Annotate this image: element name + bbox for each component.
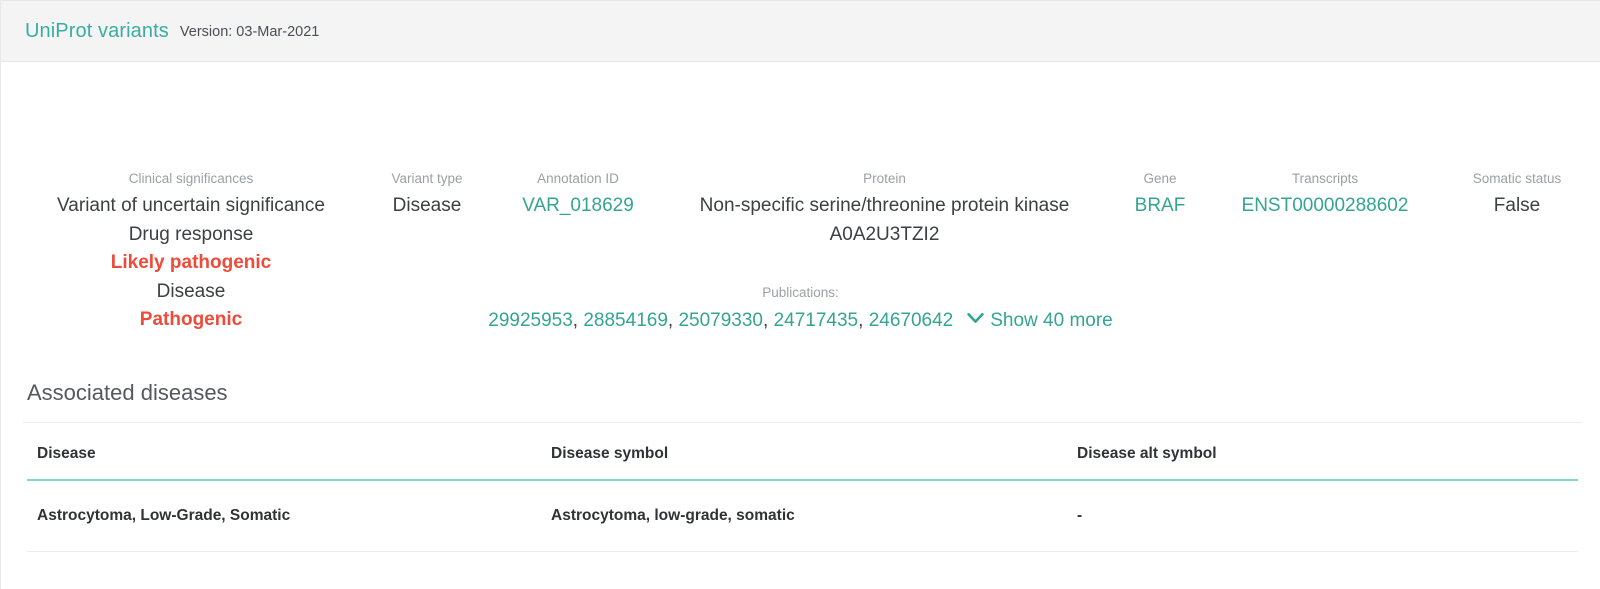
associated-diseases-title: Associated diseases <box>27 378 1578 422</box>
summary-field-gene: Gene BRAF <box>1117 170 1203 221</box>
summary-field-clinical-significances: Clinical significances Variant of uncert… <box>41 170 341 335</box>
clinical-significance-value: Likely pathogenic <box>41 249 341 278</box>
publication-link[interactable]: 29925953 <box>488 310 573 331</box>
publication-separator: , <box>668 310 679 331</box>
somatic-status-label: Somatic status <box>1447 170 1587 188</box>
summary-field-annotation-id: Annotation ID VAR_018629 <box>498 170 658 221</box>
table-header-row: Disease Disease symbol Disease alt symbo… <box>27 423 1578 480</box>
summary-field-somatic-status: Somatic status False <box>1447 170 1587 221</box>
associated-diseases-section: Associated diseases Disease Disease symb… <box>1 378 1600 552</box>
transcript-link[interactable]: ENST00000288602 <box>1217 192 1433 221</box>
protein-accession: A0A2U3TZI2 <box>666 221 1103 250</box>
annotation-id-link[interactable]: VAR_018629 <box>498 192 658 221</box>
associated-diseases-table: Disease Disease symbol Disease alt symbo… <box>27 423 1578 552</box>
show-more-label: Show 40 more <box>990 310 1113 331</box>
gene-label: Gene <box>1117 170 1203 188</box>
clinical-significance-value: Drug response <box>41 221 341 250</box>
summary-field-variant-type: Variant type Disease <box>371 170 483 221</box>
publication-link[interactable]: 24717435 <box>774 310 859 331</box>
uniprot-variant-card: UniProt variants Version: 03-Mar-2021 Cl… <box>0 0 1600 589</box>
variant-summary: Clinical significances Variant of uncert… <box>1 62 1600 277</box>
column-header-disease-alt-symbol[interactable]: Disease alt symbol <box>1077 423 1578 480</box>
show-more-publications-button[interactable]: Show 40 more <box>967 310 1113 331</box>
page-title: UniProt variants <box>25 20 169 43</box>
publication-separator: , <box>763 310 774 331</box>
transcripts-label: Transcripts <box>1217 170 1433 188</box>
card-header: UniProt variants Version: 03-Mar-2021 <box>1 0 1600 62</box>
publication-link[interactable]: 25079330 <box>678 310 763 331</box>
variant-type-label: Variant type <box>371 170 483 188</box>
publication-link[interactable]: 24670642 <box>869 310 954 331</box>
clinical-significance-value: Pathogenic <box>41 306 341 335</box>
clinical-significances-label: Clinical significances <box>41 170 341 188</box>
version-label: Version: 03-Mar-2021 <box>180 24 319 40</box>
cell-disease-alt-symbol: - <box>1077 480 1578 552</box>
column-header-disease[interactable]: Disease <box>27 423 551 480</box>
table-body: Astrocytoma, Low-Grade, Somatic Astrocyt… <box>27 480 1578 552</box>
variant-type-value: Disease <box>371 192 483 221</box>
summary-field-transcripts: Transcripts ENST00000288602 <box>1217 170 1433 221</box>
column-header-disease-symbol[interactable]: Disease symbol <box>551 423 1077 480</box>
clinical-significance-value: Disease <box>41 278 341 307</box>
chevron-down-icon <box>967 305 984 333</box>
table-header: Disease Disease symbol Disease alt symbo… <box>27 423 1578 480</box>
cell-disease-symbol: Astrocytoma, low-grade, somatic <box>551 480 1077 552</box>
protein-name: Non-specific serine/threonine protein ki… <box>666 192 1103 221</box>
gene-link[interactable]: BRAF <box>1117 192 1203 221</box>
table-row: Astrocytoma, Low-Grade, Somatic Astrocyt… <box>27 480 1578 552</box>
annotation-id-label: Annotation ID <box>498 170 658 188</box>
clinical-significance-value: Variant of uncertain significance <box>41 192 341 221</box>
publication-separator: , <box>858 310 869 331</box>
publication-separator: , <box>573 310 584 331</box>
protein-label: Protein <box>666 170 1103 188</box>
cell-disease: Astrocytoma, Low-Grade, Somatic <box>27 480 551 552</box>
somatic-status-value: False <box>1447 192 1587 221</box>
publication-link[interactable]: 28854169 <box>583 310 668 331</box>
summary-field-protein: Protein Non-specific serine/threonine pr… <box>666 170 1103 249</box>
